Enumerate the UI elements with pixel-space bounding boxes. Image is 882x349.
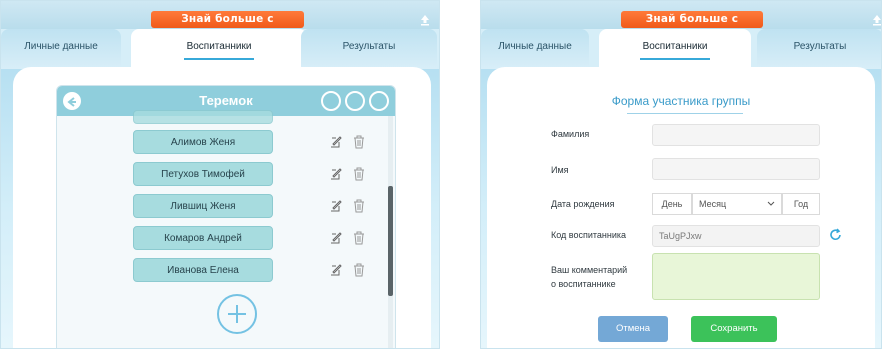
comment-label-line2: о воспитаннике bbox=[551, 279, 616, 289]
comment-textarea[interactable] bbox=[652, 253, 820, 300]
edit-icon[interactable] bbox=[329, 135, 343, 149]
surname-field[interactable] bbox=[652, 124, 820, 146]
edit-icon[interactable] bbox=[329, 167, 343, 181]
top-bar: Знай больше с Робобориком! bbox=[481, 1, 882, 42]
student-code-field: TaUgPJxw bbox=[652, 225, 820, 247]
form-title: Форма участника группы bbox=[611, 94, 751, 108]
upload-icon[interactable] bbox=[419, 14, 431, 26]
delete-group-icon[interactable] bbox=[369, 91, 389, 111]
birth-year-select[interactable]: Год bbox=[782, 193, 820, 215]
scrollbar[interactable] bbox=[388, 116, 393, 348]
birth-day-select[interactable]: День bbox=[652, 193, 692, 215]
scrollbar-thumb[interactable] bbox=[388, 186, 393, 296]
tab-label: Результаты bbox=[793, 41, 847, 52]
tab-label: Личные данные bbox=[24, 41, 98, 52]
group-card: Теремок Алимов Женя Петухов Тимофей Ливш… bbox=[56, 85, 396, 348]
surname-label: Фамилия bbox=[551, 129, 590, 139]
left-panel: Знай больше с Робобориком! Личные данные… bbox=[0, 0, 440, 349]
back-button[interactable] bbox=[63, 92, 81, 110]
right-panel: Знай больше с Робобориком! Личные данные… bbox=[480, 0, 882, 349]
birth-month-value: Месяц bbox=[699, 199, 727, 209]
tab-results[interactable]: Результаты bbox=[301, 29, 437, 69]
comment-label-line1: Ваш комментарий bbox=[551, 265, 628, 275]
tab-label: Личные данные bbox=[498, 41, 572, 52]
edit-icon[interactable] bbox=[329, 199, 343, 213]
tab-results[interactable]: Результаты bbox=[757, 29, 881, 69]
tab-underline bbox=[184, 58, 254, 60]
edit-icon[interactable] bbox=[329, 263, 343, 277]
trash-icon[interactable] bbox=[353, 231, 365, 245]
tab-label: Результаты bbox=[342, 41, 396, 52]
top-bar: Знай больше с Робобориком! bbox=[1, 1, 439, 42]
tab-bar: Личные данные Воспитанники Результаты bbox=[1, 29, 439, 69]
tab-personal-data[interactable]: Личные данные bbox=[481, 29, 589, 69]
save-button[interactable]: Сохранить bbox=[691, 316, 777, 342]
student-code-label: Код воспитанника bbox=[551, 230, 627, 240]
student-button[interactable]: Лившиц Женя bbox=[133, 194, 273, 218]
tab-students[interactable]: Воспитанники bbox=[131, 29, 307, 69]
promo-banner[interactable]: Знай больше с Робобориком! bbox=[621, 11, 763, 42]
refresh-icon[interactable] bbox=[829, 228, 843, 242]
edit-group-icon[interactable] bbox=[345, 91, 365, 111]
student-row-partial[interactable] bbox=[133, 110, 273, 124]
trash-icon[interactable] bbox=[353, 199, 365, 213]
group-title: Теремок bbox=[199, 93, 253, 108]
name-field[interactable] bbox=[652, 158, 820, 180]
tab-label: Воспитанники bbox=[642, 41, 708, 52]
form-title-underline bbox=[627, 113, 743, 114]
promo-banner[interactable]: Знай больше с Робобориком! bbox=[151, 11, 304, 42]
birth-date-label: Дата рождения bbox=[551, 199, 615, 209]
student-button[interactable]: Иванова Елена bbox=[133, 258, 273, 282]
tab-underline bbox=[640, 58, 710, 60]
save-group-icon[interactable] bbox=[321, 91, 341, 111]
chevron-down-icon bbox=[767, 201, 775, 206]
student-button[interactable]: Петухов Тимофей bbox=[133, 162, 273, 186]
edit-icon[interactable] bbox=[329, 231, 343, 245]
tab-label: Воспитанники bbox=[186, 41, 252, 52]
trash-icon[interactable] bbox=[353, 263, 365, 277]
add-student-button[interactable] bbox=[217, 294, 257, 334]
tab-bar: Личные данные Воспитанники Результаты bbox=[481, 29, 881, 69]
tab-personal-data[interactable]: Личные данные bbox=[1, 29, 121, 69]
group-header-actions bbox=[317, 91, 389, 121]
student-button[interactable]: Комаров Андрей bbox=[133, 226, 273, 250]
tab-students[interactable]: Воспитанники bbox=[599, 29, 751, 69]
trash-icon[interactable] bbox=[353, 135, 365, 149]
upload-icon[interactable] bbox=[871, 14, 882, 26]
name-label: Имя bbox=[551, 165, 569, 175]
arrow-left-icon bbox=[67, 97, 76, 107]
birth-month-select[interactable]: Месяц bbox=[692, 193, 782, 215]
student-button[interactable]: Алимов Женя bbox=[133, 130, 273, 154]
cancel-button[interactable]: Отмена bbox=[598, 316, 668, 342]
trash-icon[interactable] bbox=[353, 167, 365, 181]
